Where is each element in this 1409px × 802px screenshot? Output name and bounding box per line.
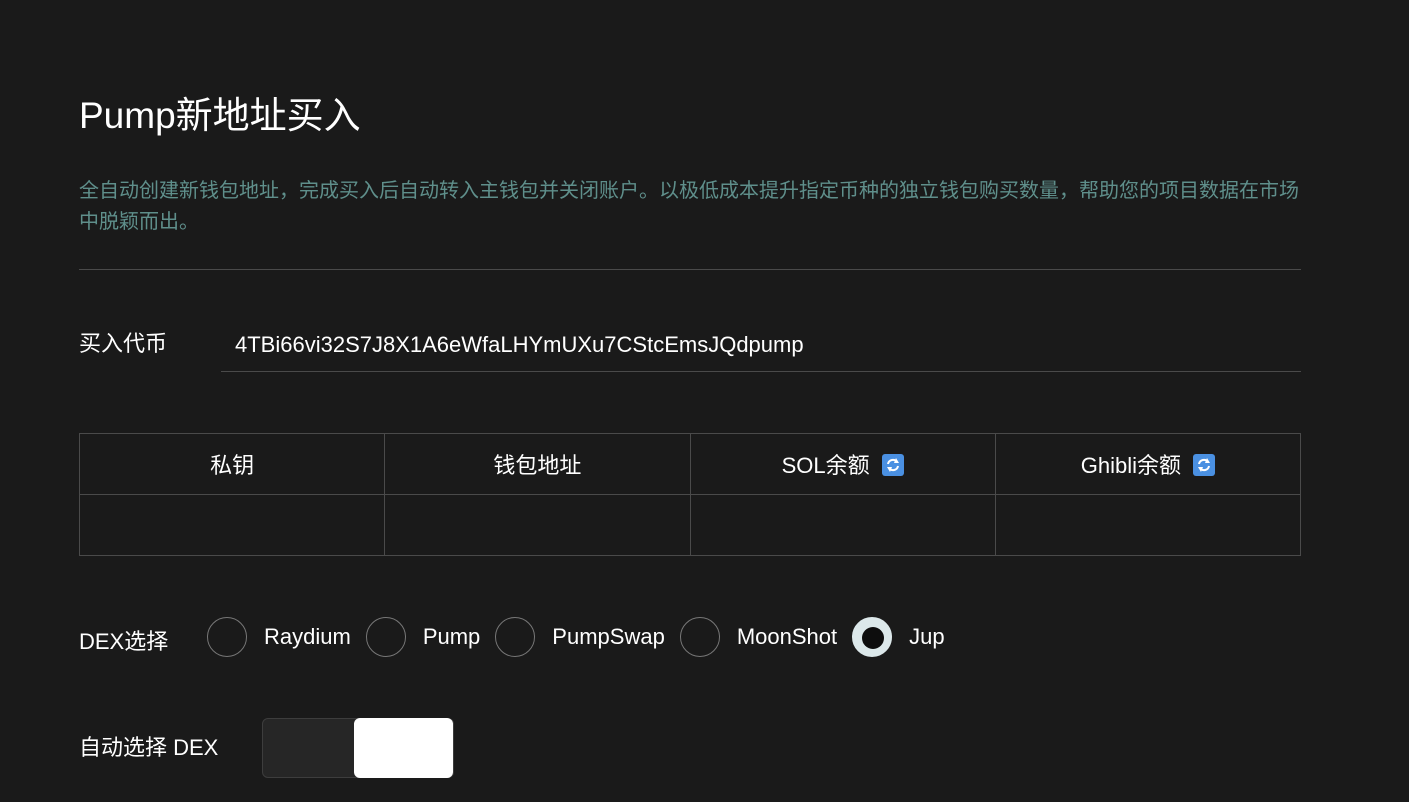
- dex-option-pumpswap[interactable]: PumpSwap: [495, 617, 665, 657]
- page-title: Pump新地址买入: [79, 95, 361, 136]
- auto-dex-toggle[interactable]: [262, 718, 454, 778]
- table-row: [78, 494, 1302, 556]
- dex-option-moonshot[interactable]: MoonShot: [679, 617, 838, 657]
- table-cell: [78, 494, 386, 556]
- dex-option-label: Raydium: [264, 624, 351, 649]
- radio-pump[interactable]: [365, 617, 406, 657]
- wallet-table: 私钥 钱包地址 SOL余额 Ghibli余额: [78, 433, 1302, 556]
- refresh-ghibli-icon[interactable]: [1193, 454, 1215, 476]
- divider: [79, 269, 1301, 270]
- dex-option-raydium[interactable]: Raydium: [207, 617, 351, 657]
- refresh-sol-icon[interactable]: [881, 454, 904, 476]
- header-private-key: 私钥: [78, 433, 386, 495]
- table-cell: [994, 494, 1302, 556]
- dex-option-label: Jup: [909, 624, 945, 649]
- header-wallet-address: 钱包地址: [384, 433, 691, 495]
- token-label: 买入代币: [79, 331, 168, 356]
- auto-dex-label: 自动选择 DEX: [79, 735, 219, 760]
- toggle-knob: [354, 718, 453, 778]
- dex-option-label: PumpSwap: [552, 624, 665, 649]
- radio-pumpswap[interactable]: [495, 617, 536, 657]
- header-sol-balance: SOL余额: [689, 433, 996, 495]
- header-ghibli-balance: Ghibli余额: [994, 433, 1302, 495]
- radio-moonshot[interactable]: [679, 617, 720, 657]
- dex-option-label: Pump: [422, 624, 481, 649]
- dex-option-jup[interactable]: Jup: [852, 617, 945, 657]
- dex-radio-group: Raydium Pump PumpSwap MoonShot Jup: [207, 616, 960, 658]
- radio-raydium[interactable]: [207, 617, 247, 657]
- dex-label: DEX选择: [79, 629, 169, 654]
- dex-option-label: MoonShot: [736, 624, 838, 649]
- table-cell: [689, 494, 996, 556]
- token-address-input[interactable]: [221, 318, 1301, 372]
- radio-jup[interactable]: [852, 617, 893, 657]
- table-cell: [384, 494, 691, 556]
- table-header-row: 私钥 钱包地址 SOL余额 Ghibli余额: [78, 433, 1302, 495]
- dex-option-pump[interactable]: Pump: [365, 617, 481, 657]
- page-description: 全自动创建新钱包地址，完成买入后自动转入主钱包并关闭账户。以极低成本提升指定币种…: [79, 180, 1299, 233]
